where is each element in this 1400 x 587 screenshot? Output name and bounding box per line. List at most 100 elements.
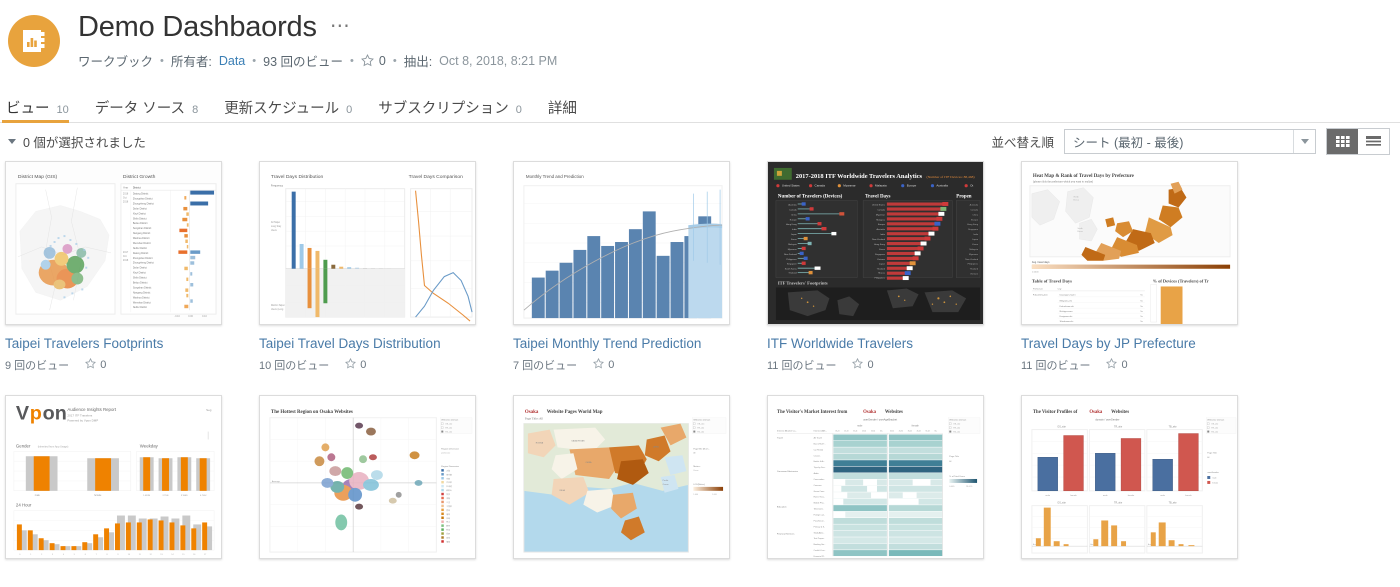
svg-text:V: V: [16, 403, 30, 425]
view-card-title[interactable]: Taipei Travel Days Distribution: [259, 336, 491, 351]
more-actions-button[interactable]: ⋯: [330, 16, 351, 42]
svg-text:Air Travel: Air Travel: [814, 436, 823, 439]
view-thumbnail[interactable]: Osaka Website Pages World Map Page Title…: [513, 395, 730, 559]
svg-text:Websites Domain: Websites Domain: [1207, 419, 1225, 422]
svg-text:OS_site: OS_site: [1211, 423, 1218, 426]
view-card-favorite[interactable]: 0: [593, 358, 614, 372]
svg-text:Wenshan District: Wenshan District: [133, 242, 151, 245]
svg-text:1.000: 1.000: [712, 494, 717, 496]
svg-text:All Taipei: All Taipei: [271, 221, 281, 224]
view-card-favorite[interactable]: 0: [1106, 358, 1127, 372]
view-thumbnail[interactable]: 2017-2018 ITF Worldwide Travelers Analyt…: [767, 161, 984, 325]
owner-link[interactable]: Data: [219, 54, 245, 68]
svg-text:PageTitle (Num..: PageTitle (Num..: [693, 447, 710, 450]
vpon-audience-thumbnail: V p on Audience Insights Report 2017 ITF…: [6, 396, 221, 558]
svg-text:2018: 2018: [123, 193, 129, 196]
svg-text:INDIA: INDIA: [560, 489, 566, 492]
svg-text:OS_site: OS_site: [445, 423, 452, 426]
grid-view-button[interactable]: [1327, 129, 1358, 154]
views-grid-row-2: V p on Audience Insights Report 2017 ITF…: [0, 395, 1400, 559]
tab-views[interactable]: ビュー 10: [2, 85, 91, 122]
svg-text:Beitou District: Beitou District: [133, 222, 148, 225]
view-card-favorite[interactable]: 0: [852, 358, 873, 372]
svg-text:userGender: userGender: [1207, 471, 1219, 474]
sort-order-select[interactable]: シート (最初 - 最後): [1064, 129, 1316, 154]
view-thumbnail[interactable]: Monthly Trend and Prediction: [513, 161, 730, 325]
svg-text:India: India: [973, 234, 978, 236]
view-thumbnail[interactable]: V p on Audience Insights Report 2017 ITF…: [5, 395, 222, 559]
svg-text:TB_site: TB_site: [953, 431, 960, 434]
svg-text:Ocean: Ocean: [663, 484, 669, 486]
view-card-view-count: 9 回のビュー: [5, 357, 69, 373]
view-thumbnail[interactable]: The Visitor's Market Interest from Osaka…: [767, 395, 984, 559]
svg-text:male: male: [1045, 495, 1050, 497]
svg-text:Avg. travel days: Avg. travel days: [1032, 261, 1050, 264]
tab-details[interactable]: 詳細: [544, 85, 599, 122]
view-card-title[interactable]: Travel Days by JP Prefecture: [1021, 336, 1253, 351]
view-card-favorite[interactable]: 0: [85, 358, 106, 372]
star-icon: [85, 358, 96, 372]
view-card: Monthly Trend and Prediction: [513, 161, 745, 373]
svg-text:TR_site: TR_site: [1114, 502, 1123, 505]
star-icon: [593, 358, 604, 372]
view-thumbnail[interactable]: Heat Map & Rank of Travel Days by Prefec…: [1021, 161, 1238, 325]
svg-text:Cruises: Cruises: [814, 455, 821, 457]
view-card-favorite[interactable]: 0: [345, 358, 366, 372]
svg-text:65+: 65+: [880, 431, 883, 433]
svg-text:Wanhua District: Wanhua District: [133, 237, 150, 240]
tab-subscriptions[interactable]: サブスクリプション 0: [374, 85, 544, 122]
svg-text:Australia: Australia: [788, 203, 797, 206]
svg-text:Beitou District: Beitou District: [133, 282, 148, 285]
svg-text:Songshan District: Songshan District: [133, 286, 152, 289]
svg-text:Iwaseguri-machi: Iwaseguri-machi: [1060, 293, 1076, 296]
svg-text:Canada: Canada: [789, 209, 797, 211]
view-thumbnail[interactable]: Travel Days Distribution Travel Days Com…: [259, 161, 476, 325]
svg-text:Songshan District: Songshan District: [133, 227, 152, 230]
svg-text:Page Title: Page Title: [949, 455, 959, 458]
svg-text:District Growth: District Growth: [123, 174, 156, 180]
svg-text:Table of Travel Days: Table of Travel Days: [1032, 279, 1072, 284]
jp-prefecture-thumbnail: Heat Map & Rank of Travel Days by Prefec…: [1022, 162, 1237, 324]
svg-text:28.00%: 28.00%: [966, 486, 973, 488]
svg-text:Philippines: Philippines: [786, 259, 796, 261]
svg-text:Websites Domain: Websites Domain: [441, 419, 459, 422]
svg-text:2017 ITF Travelers: 2017 ITF Travelers: [67, 414, 92, 418]
svg-text:Europe: Europe: [790, 218, 798, 221]
svg-text:Philippines: Philippines: [968, 264, 978, 266]
osaka-world-map-thumbnail: Osaka Website Pages World Map Page Title…: [514, 396, 729, 558]
view-card-title[interactable]: ITF Worldwide Travelers: [767, 336, 999, 351]
list-view-icon: [1366, 136, 1381, 147]
favorite-toggle[interactable]: 0: [361, 54, 386, 68]
view-mode-toggle: [1326, 128, 1390, 155]
svg-text:Trips by Des..: Trips by Des..: [814, 467, 827, 469]
svg-text:Car Rental: Car Rental: [814, 448, 824, 451]
selection-dropdown[interactable]: 0 個が選択されました: [8, 132, 146, 151]
svg-text:Pacific: Pacific: [663, 480, 669, 482]
view-thumbnail[interactable]: The Hottest Region on Osaka Websites Ave…: [259, 395, 476, 559]
svg-text:Xinyi District: Xinyi District: [133, 272, 146, 275]
view-card-meta: 10 回のビュー 0: [259, 357, 491, 373]
view-card-title[interactable]: Taipei Travelers Footprints: [5, 336, 237, 351]
view-card-title[interactable]: Taipei Monthly Trend Prediction: [513, 336, 745, 351]
svg-text:2018: 2018: [123, 201, 129, 204]
svg-text:Education: Education: [777, 506, 787, 509]
svg-text:TB_site: TB_site: [1169, 502, 1178, 505]
view-thumbnail[interactable]: District Map (GIS) District Growth: [5, 161, 222, 325]
svg-text:TB_site: TB_site: [445, 431, 452, 434]
svg-text:Hong Kong: Hong Kong: [786, 224, 798, 226]
workbook-icon: [8, 15, 60, 67]
tab-views-count: 10: [57, 104, 69, 116]
view-card: The Visitor's Market Interest from Osaka…: [767, 395, 999, 559]
view-card: The Visitor Profiles of Osaka Websites d…: [1021, 395, 1253, 559]
svg-text:OS_site: OS_site: [953, 423, 960, 426]
view-thumbnail[interactable]: The Visitor Profiles of Osaka Websites d…: [1021, 395, 1238, 559]
tab-data-sources[interactable]: データ ソース 8: [91, 85, 220, 122]
svg-text:Datong District: Datong District: [133, 193, 149, 196]
owner-label: 所有者:: [171, 51, 212, 70]
svg-text:Study Abro..: Study Abro..: [814, 531, 825, 534]
list-view-button[interactable]: [1358, 129, 1389, 154]
tab-refresh-schedules[interactable]: 更新スケジュール 0: [220, 85, 374, 122]
workbook-metadata: ワークブック • 所有者: Data • 93 回のビュー • 0 • 抽出: …: [78, 51, 1400, 70]
svg-text:TR_site: TR_site: [1211, 427, 1218, 430]
svg-text:Myanmar: Myanmar: [876, 213, 885, 216]
